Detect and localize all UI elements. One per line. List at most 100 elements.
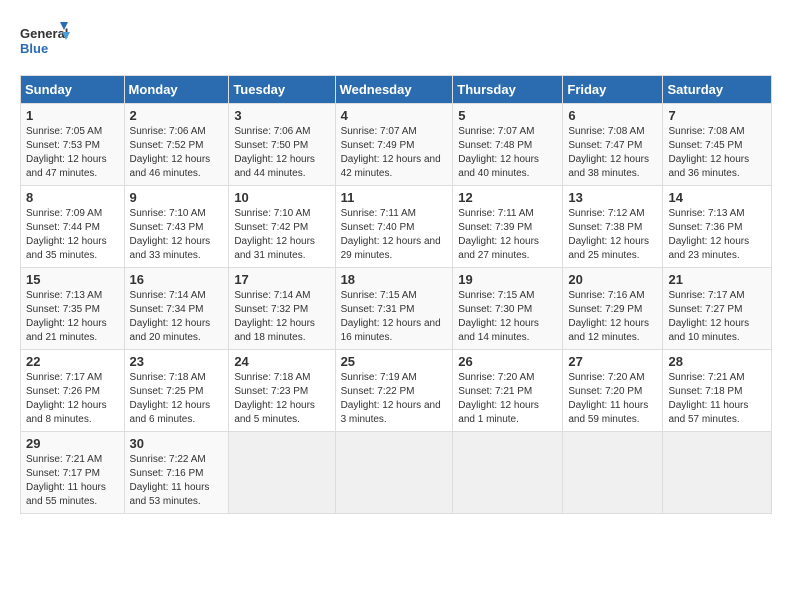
calendar-cell: 11 Sunrise: 7:11 AMSunset: 7:40 PMDaylig…	[335, 186, 453, 268]
calendar-cell: 13 Sunrise: 7:12 AMSunset: 7:38 PMDaylig…	[563, 186, 663, 268]
day-number: 14	[668, 190, 766, 205]
calendar-cell	[229, 432, 335, 514]
col-monday: Monday	[124, 76, 229, 104]
svg-text:Blue: Blue	[20, 41, 48, 56]
day-number: 4	[341, 108, 448, 123]
calendar-cell: 22 Sunrise: 7:17 AMSunset: 7:26 PMDaylig…	[21, 350, 125, 432]
col-tuesday: Tuesday	[229, 76, 335, 104]
calendar-table: Sunday Monday Tuesday Wednesday Thursday…	[20, 75, 772, 514]
day-info: Sunrise: 7:06 AMSunset: 7:50 PMDaylight:…	[234, 125, 329, 181]
calendar-week-1: 1 Sunrise: 7:05 AMSunset: 7:53 PMDayligh…	[21, 104, 772, 186]
calendar-cell: 26 Sunrise: 7:20 AMSunset: 7:21 PMDaylig…	[453, 350, 563, 432]
day-number: 26	[458, 354, 557, 369]
col-sunday: Sunday	[21, 76, 125, 104]
day-info: Sunrise: 7:18 AMSunset: 7:23 PMDaylight:…	[234, 371, 329, 427]
day-info: Sunrise: 7:08 AMSunset: 7:47 PMDaylight:…	[568, 125, 657, 181]
day-info: Sunrise: 7:20 AMSunset: 7:21 PMDaylight:…	[458, 371, 557, 427]
col-thursday: Thursday	[453, 76, 563, 104]
calendar-cell: 3 Sunrise: 7:06 AMSunset: 7:50 PMDayligh…	[229, 104, 335, 186]
calendar-cell: 27 Sunrise: 7:20 AMSunset: 7:20 PMDaylig…	[563, 350, 663, 432]
day-number: 16	[130, 272, 224, 287]
day-number: 20	[568, 272, 657, 287]
calendar-cell: 21 Sunrise: 7:17 AMSunset: 7:27 PMDaylig…	[663, 268, 772, 350]
calendar-week-2: 8 Sunrise: 7:09 AMSunset: 7:44 PMDayligh…	[21, 186, 772, 268]
day-number: 13	[568, 190, 657, 205]
calendar-cell: 29 Sunrise: 7:21 AMSunset: 7:17 PMDaylig…	[21, 432, 125, 514]
day-info: Sunrise: 7:06 AMSunset: 7:52 PMDaylight:…	[130, 125, 224, 181]
day-number: 2	[130, 108, 224, 123]
calendar-cell	[663, 432, 772, 514]
logo: General Blue	[20, 20, 70, 65]
calendar-cell: 25 Sunrise: 7:19 AMSunset: 7:22 PMDaylig…	[335, 350, 453, 432]
calendar-cell: 1 Sunrise: 7:05 AMSunset: 7:53 PMDayligh…	[21, 104, 125, 186]
calendar-cell: 9 Sunrise: 7:10 AMSunset: 7:43 PMDayligh…	[124, 186, 229, 268]
day-info: Sunrise: 7:15 AMSunset: 7:30 PMDaylight:…	[458, 289, 557, 345]
day-number: 27	[568, 354, 657, 369]
day-info: Sunrise: 7:20 AMSunset: 7:20 PMDaylight:…	[568, 371, 657, 427]
calendar-cell: 12 Sunrise: 7:11 AMSunset: 7:39 PMDaylig…	[453, 186, 563, 268]
day-number: 5	[458, 108, 557, 123]
day-number: 22	[26, 354, 119, 369]
day-info: Sunrise: 7:21 AMSunset: 7:17 PMDaylight:…	[26, 453, 119, 509]
day-info: Sunrise: 7:08 AMSunset: 7:45 PMDaylight:…	[668, 125, 766, 181]
day-info: Sunrise: 7:21 AMSunset: 7:18 PMDaylight:…	[668, 371, 766, 427]
calendar-week-5: 29 Sunrise: 7:21 AMSunset: 7:17 PMDaylig…	[21, 432, 772, 514]
calendar-week-4: 22 Sunrise: 7:17 AMSunset: 7:26 PMDaylig…	[21, 350, 772, 432]
day-info: Sunrise: 7:13 AMSunset: 7:35 PMDaylight:…	[26, 289, 119, 345]
day-info: Sunrise: 7:14 AMSunset: 7:32 PMDaylight:…	[234, 289, 329, 345]
page-header: General Blue	[20, 20, 772, 65]
day-info: Sunrise: 7:14 AMSunset: 7:34 PMDaylight:…	[130, 289, 224, 345]
day-number: 12	[458, 190, 557, 205]
day-number: 10	[234, 190, 329, 205]
day-info: Sunrise: 7:07 AMSunset: 7:49 PMDaylight:…	[341, 125, 448, 181]
day-info: Sunrise: 7:10 AMSunset: 7:42 PMDaylight:…	[234, 207, 329, 263]
calendar-cell: 4 Sunrise: 7:07 AMSunset: 7:49 PMDayligh…	[335, 104, 453, 186]
day-number: 30	[130, 436, 224, 451]
calendar-cell: 19 Sunrise: 7:15 AMSunset: 7:30 PMDaylig…	[453, 268, 563, 350]
day-info: Sunrise: 7:12 AMSunset: 7:38 PMDaylight:…	[568, 207, 657, 263]
day-info: Sunrise: 7:18 AMSunset: 7:25 PMDaylight:…	[130, 371, 224, 427]
day-info: Sunrise: 7:19 AMSunset: 7:22 PMDaylight:…	[341, 371, 448, 427]
day-number: 15	[26, 272, 119, 287]
day-info: Sunrise: 7:05 AMSunset: 7:53 PMDaylight:…	[26, 125, 119, 181]
day-number: 25	[341, 354, 448, 369]
calendar-cell: 24 Sunrise: 7:18 AMSunset: 7:23 PMDaylig…	[229, 350, 335, 432]
calendar-week-3: 15 Sunrise: 7:13 AMSunset: 7:35 PMDaylig…	[21, 268, 772, 350]
day-number: 18	[341, 272, 448, 287]
col-friday: Friday	[563, 76, 663, 104]
calendar-cell: 6 Sunrise: 7:08 AMSunset: 7:47 PMDayligh…	[563, 104, 663, 186]
day-number: 17	[234, 272, 329, 287]
calendar-cell: 14 Sunrise: 7:13 AMSunset: 7:36 PMDaylig…	[663, 186, 772, 268]
calendar-cell: 5 Sunrise: 7:07 AMSunset: 7:48 PMDayligh…	[453, 104, 563, 186]
day-info: Sunrise: 7:07 AMSunset: 7:48 PMDaylight:…	[458, 125, 557, 181]
day-number: 3	[234, 108, 329, 123]
col-wednesday: Wednesday	[335, 76, 453, 104]
day-number: 21	[668, 272, 766, 287]
day-info: Sunrise: 7:11 AMSunset: 7:39 PMDaylight:…	[458, 207, 557, 263]
day-number: 23	[130, 354, 224, 369]
calendar-cell: 28 Sunrise: 7:21 AMSunset: 7:18 PMDaylig…	[663, 350, 772, 432]
calendar-cell: 7 Sunrise: 7:08 AMSunset: 7:45 PMDayligh…	[663, 104, 772, 186]
day-info: Sunrise: 7:10 AMSunset: 7:43 PMDaylight:…	[130, 207, 224, 263]
calendar-cell	[335, 432, 453, 514]
day-info: Sunrise: 7:17 AMSunset: 7:27 PMDaylight:…	[668, 289, 766, 345]
calendar-cell: 10 Sunrise: 7:10 AMSunset: 7:42 PMDaylig…	[229, 186, 335, 268]
calendar-cell	[453, 432, 563, 514]
day-info: Sunrise: 7:09 AMSunset: 7:44 PMDaylight:…	[26, 207, 119, 263]
day-info: Sunrise: 7:11 AMSunset: 7:40 PMDaylight:…	[341, 207, 448, 263]
calendar-cell	[563, 432, 663, 514]
day-info: Sunrise: 7:16 AMSunset: 7:29 PMDaylight:…	[568, 289, 657, 345]
day-info: Sunrise: 7:13 AMSunset: 7:36 PMDaylight:…	[668, 207, 766, 263]
calendar-cell: 8 Sunrise: 7:09 AMSunset: 7:44 PMDayligh…	[21, 186, 125, 268]
calendar-cell: 20 Sunrise: 7:16 AMSunset: 7:29 PMDaylig…	[563, 268, 663, 350]
svg-text:General: General	[20, 26, 68, 41]
calendar-cell: 15 Sunrise: 7:13 AMSunset: 7:35 PMDaylig…	[21, 268, 125, 350]
day-info: Sunrise: 7:22 AMSunset: 7:16 PMDaylight:…	[130, 453, 224, 509]
calendar-cell: 23 Sunrise: 7:18 AMSunset: 7:25 PMDaylig…	[124, 350, 229, 432]
calendar-cell: 17 Sunrise: 7:14 AMSunset: 7:32 PMDaylig…	[229, 268, 335, 350]
calendar-cell: 2 Sunrise: 7:06 AMSunset: 7:52 PMDayligh…	[124, 104, 229, 186]
day-number: 6	[568, 108, 657, 123]
day-number: 29	[26, 436, 119, 451]
calendar-header-row: Sunday Monday Tuesday Wednesday Thursday…	[21, 76, 772, 104]
day-number: 19	[458, 272, 557, 287]
